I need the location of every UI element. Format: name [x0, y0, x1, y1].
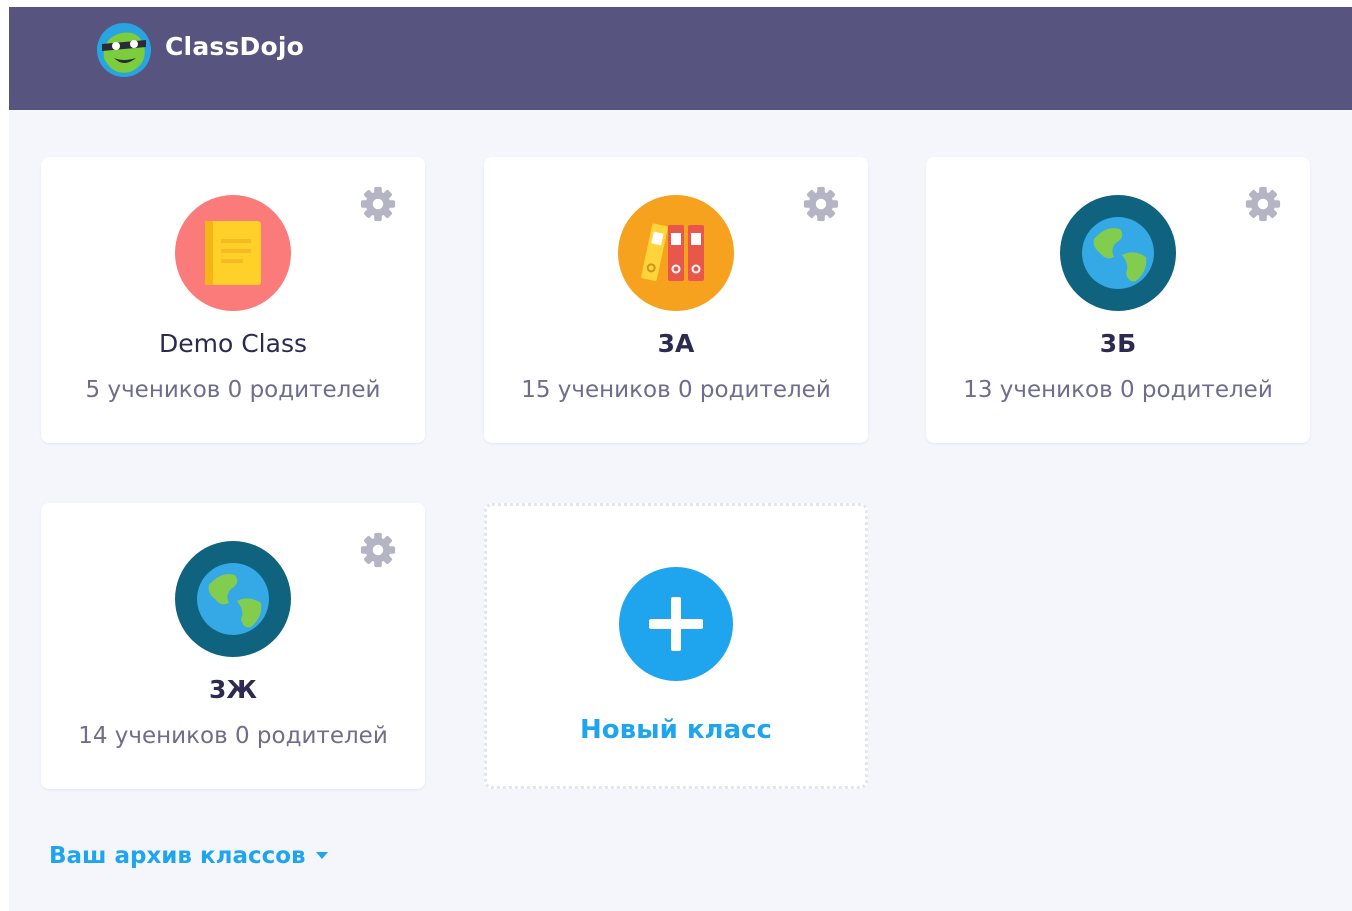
top-bar: ClassDojo [9, 7, 1352, 110]
binders-icon [618, 195, 734, 311]
class-counts: 15 учеников 0 родителей [521, 377, 831, 403]
gear-icon[interactable] [359, 185, 397, 223]
caret-down-icon[interactable] [315, 851, 328, 859]
app-frame: ClassDojo Demo Class 5 учеников 0 родите… [9, 7, 1352, 911]
gear-icon[interactable] [1244, 185, 1282, 223]
new-class-card[interactable]: Новый класс [484, 503, 868, 789]
class-counts: 13 учеников 0 родителей [963, 377, 1273, 403]
gear-icon[interactable] [359, 531, 397, 569]
class-card-3zh[interactable]: 3Ж 14 учеников 0 родителей [41, 503, 425, 789]
class-card-3b[interactable]: 3Б 13 учеников 0 родителей [926, 157, 1310, 443]
classdojo-monster-icon[interactable] [94, 20, 154, 80]
class-title: 3А [657, 329, 695, 358]
plus-icon[interactable] [616, 564, 736, 684]
class-card-demo[interactable]: Demo Class 5 учеников 0 родителей [41, 157, 425, 443]
gear-icon[interactable] [802, 185, 840, 223]
class-archive-toggle[interactable]: Ваш архив классов [49, 843, 328, 869]
class-archive-label[interactable]: Ваш архив классов [49, 843, 306, 869]
class-card-3a[interactable]: 3А 15 учеников 0 родителей [484, 157, 868, 443]
new-class-label[interactable]: Новый класс [487, 715, 865, 745]
notebook-icon [175, 195, 291, 311]
class-title: 3Ж [209, 675, 257, 704]
class-title: 3Б [1099, 329, 1137, 358]
brand-name: ClassDojo [165, 32, 305, 61]
class-title: Demo Class [159, 329, 307, 358]
class-counts: 14 учеников 0 родителей [78, 723, 388, 749]
globe-icon [1060, 195, 1176, 311]
globe-icon [175, 541, 291, 657]
class-counts: 5 учеников 0 родителей [85, 377, 381, 403]
